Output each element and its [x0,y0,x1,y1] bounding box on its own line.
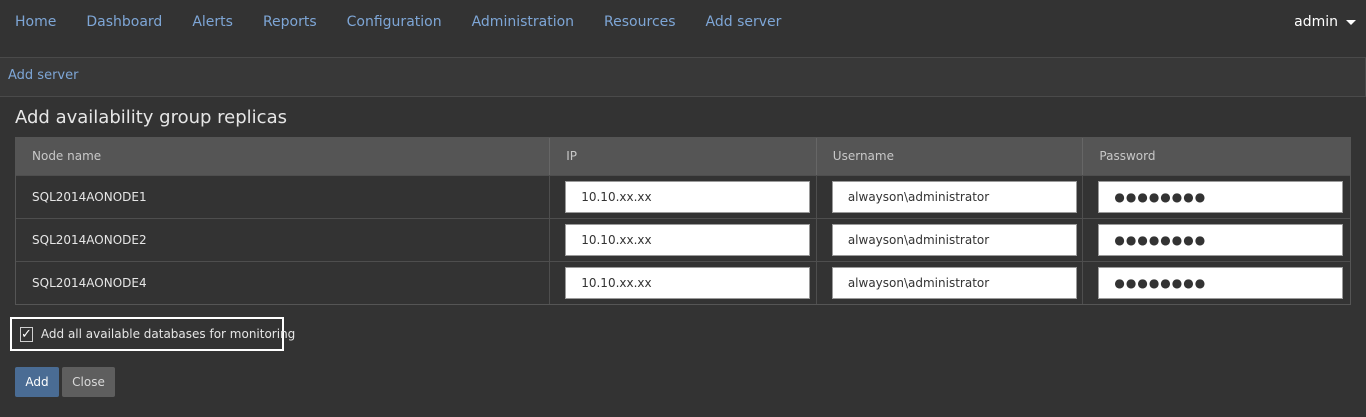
add-all-databases-label: Add all available databases for monitori… [40,327,296,341]
password-field[interactable]: ●●●●●●●● [1098,267,1344,299]
password-field[interactable]: ●●●●●●●● [1098,181,1344,213]
user-menu[interactable]: admin [1294,14,1356,30]
user-name: admin [1294,14,1338,30]
password-field[interactable]: ●●●●●●●● [1098,224,1344,256]
nav-home[interactable]: Home [15,14,56,30]
page-title: Add availability group replicas [15,107,287,128]
table-row: SQL2014AONODE4 10.10.xx.xx alwayson\admi… [16,261,1350,304]
username-field[interactable]: alwayson\administrator [831,181,1077,213]
replicas-table: Node name IP Username Password SQL2014AO… [15,137,1351,305]
ip-field[interactable]: 10.10.xx.xx [565,267,811,299]
nav-reports[interactable]: Reports [263,14,317,30]
close-button[interactable]: Close [62,367,115,397]
username-field[interactable]: alwayson\administrator [831,267,1077,299]
nav-resources[interactable]: Resources [604,14,676,30]
username-field[interactable]: alwayson\administrator [831,224,1077,256]
node-name-cell: SQL2014AONODE4 [16,262,551,304]
header-password: Password [1099,149,1156,163]
nav-configuration[interactable]: Configuration [347,14,442,30]
nav-administration[interactable]: Administration [472,14,574,30]
ip-field[interactable]: 10.10.xx.xx [565,181,811,213]
node-name-cell: SQL2014AONODE2 [16,219,551,261]
add-all-databases-checkbox[interactable]: ✓ [20,326,33,342]
nav-menu: Home Dashboard Alerts Reports Configurat… [15,14,811,30]
add-button[interactable]: Add [15,367,59,397]
header-ip: IP [550,138,817,175]
top-navbar: Home Dashboard Alerts Reports Configurat… [0,0,1366,46]
node-name-cell: SQL2014AONODE1 [16,176,551,218]
nav-alerts[interactable]: Alerts [192,14,233,30]
ip-field[interactable]: 10.10.xx.xx [565,224,811,256]
nav-dashboard[interactable]: Dashboard [86,14,162,30]
table-row: SQL2014AONODE2 10.10.xx.xx alwayson\admi… [16,218,1350,261]
table-row: SQL2014AONODE1 10.10.xx.xx alwayson\admi… [16,175,1350,218]
breadcrumb: Add server [0,57,1366,97]
header-username: Username [817,138,1084,175]
breadcrumb-add-server[interactable]: Add server [8,68,78,83]
table-header: Node name IP Username Password [16,138,1350,175]
chevron-down-icon [1346,19,1356,25]
header-node-name: Node name [16,138,551,175]
add-all-databases-checkbox-group[interactable]: ✓ Add all available databases for monito… [10,317,295,351]
nav-add-server[interactable]: Add server [706,14,782,30]
